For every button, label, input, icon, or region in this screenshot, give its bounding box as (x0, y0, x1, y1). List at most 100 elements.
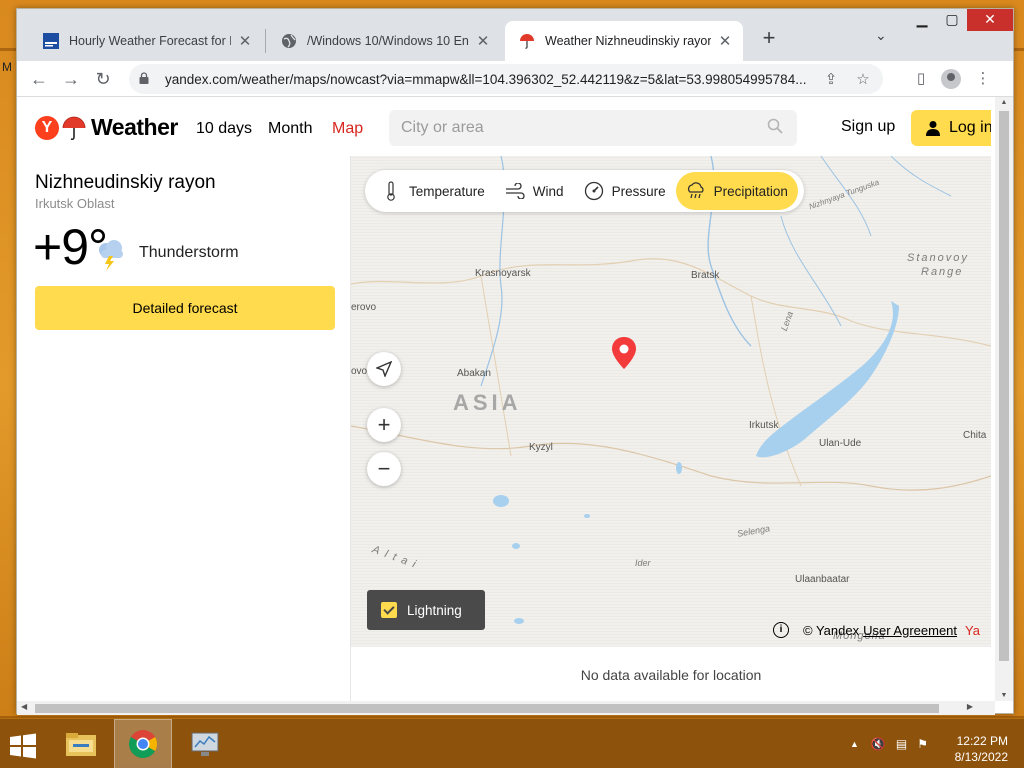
taskbar-file-explorer[interactable] (52, 719, 110, 768)
map-label-abakan: Abakan (457, 368, 491, 379)
side-panel-icon[interactable]: ▯ (907, 65, 935, 93)
network-icon[interactable]: ▤ (896, 737, 907, 751)
layer-temperature[interactable]: Temperature (371, 172, 495, 210)
scroll-right-arrow-icon[interactable]: ▶ (967, 702, 973, 711)
tab-close-icon[interactable]: ✕ (237, 32, 253, 50)
lightning-toggle[interactable]: Lightning (367, 590, 485, 630)
zoom-out-button[interactable]: − (367, 452, 401, 486)
forecast-panel: Nizhneudinskiy rayon Irkutsk Oblast +9° … (19, 156, 351, 702)
map-label-irkutsk: Irkutsk (749, 420, 779, 431)
map-label-range: Range (921, 266, 964, 278)
volume-muted-icon[interactable]: 🔇 (871, 737, 886, 751)
reload-button[interactable]: ↻ (89, 65, 117, 93)
nav-10-days[interactable]: 10 days (196, 120, 252, 138)
system-clock[interactable]: 12:22 PM 8/13/2022 (950, 733, 1008, 765)
nav-map[interactable]: Map (332, 120, 363, 138)
yandex-weather-logo[interactable]: Y Weather (35, 114, 178, 141)
detailed-forecast-button[interactable]: Detailed forecast (35, 286, 335, 330)
map-label-stanovoy: Stanovoy (907, 252, 969, 264)
kebab-menu-icon[interactable]: ⋮ (969, 65, 997, 93)
map-label-ulan-ude: Ulan-Ude (819, 438, 862, 449)
copyright-text: © Yandex (803, 622, 860, 638)
scroll-up-arrow-icon[interactable]: ▲ (995, 99, 1013, 106)
map-label-bratsk: Bratsk (691, 270, 720, 281)
scroll-thumb[interactable] (999, 111, 1009, 661)
window-close-button[interactable]: ✕ (967, 9, 1013, 31)
wind-icon (505, 181, 525, 201)
nav-month[interactable]: Month (268, 120, 312, 138)
precipitation-map[interactable]: Krasnoyarsk Bratsk Abakan ASIA Kyzyl Irk… (351, 156, 991, 646)
tab-close-icon[interactable]: ✕ (475, 32, 491, 50)
city-search-input[interactable] (389, 110, 797, 146)
tray-expand-icon[interactable]: ▲ (850, 739, 859, 749)
thermometer-icon (381, 181, 401, 201)
info-icon[interactable]: i (773, 622, 789, 638)
vertical-scrollbar[interactable]: ▲ ▼ (995, 97, 1013, 701)
map-label-ulaanbaatar: Ulaanbaatar (795, 574, 850, 585)
weather-channel-icon (43, 33, 59, 49)
layer-wind[interactable]: Wind (495, 172, 574, 210)
share-icon[interactable]: ⇪ (819, 70, 843, 88)
lightning-checkbox[interactable] (381, 602, 397, 618)
tab-search-chevron-icon[interactable]: ⌄ (875, 27, 887, 44)
layer-precipitation[interactable]: Precipitation (675, 172, 798, 210)
user-agreement-link[interactable]: User Agreement (863, 623, 957, 638)
tab-title: Weather Nizhneudinskiy rayon — (545, 34, 711, 48)
location-pin-icon[interactable] (611, 336, 637, 370)
minimize-button[interactable]: ▁ (905, 9, 939, 31)
log-in-label: Log in (949, 119, 991, 136)
scroll-down-arrow-icon[interactable]: ▼ (995, 692, 1013, 699)
map-label-ider: Ider (635, 558, 651, 568)
back-button[interactable]: ← (25, 65, 53, 93)
monitor-chart-icon (191, 732, 219, 756)
desktop-side-letter: M (2, 60, 12, 74)
forward-button[interactable]: → (57, 65, 85, 93)
zoom-in-button[interactable]: + (367, 408, 401, 442)
taskbar: ▲ 🔇 ▤ ⚑ 12:22 PM 8/13/2022 (0, 718, 1024, 768)
lightning-label: Lightning (407, 602, 462, 618)
no-data-message: No data available for location (351, 646, 991, 702)
map-label-kemerovo: erovo (351, 302, 377, 313)
taskbar-control-panel[interactable] (176, 719, 234, 768)
new-tab-button[interactable]: + (755, 25, 783, 53)
tab-title: Hourly Weather Forecast for Rye (69, 34, 231, 48)
sign-up-link[interactable]: Sign up (841, 118, 895, 136)
chrome-icon (129, 730, 157, 758)
layer-label: Wind (532, 183, 564, 199)
map-base (351, 156, 991, 646)
map-label-krasnoyarsk: Krasnoyarsk (475, 268, 531, 279)
horizontal-scrollbar[interactable]: ◀ ▶ (17, 701, 995, 715)
globe-icon (281, 33, 297, 49)
navigation-arrow-icon (375, 360, 393, 378)
location-region: Irkutsk Oblast (35, 196, 115, 211)
pressure-gauge-icon (584, 181, 604, 201)
windows-start-icon[interactable] (8, 733, 38, 759)
yandex-logo-icon: Y (35, 115, 59, 140)
umbrella-icon (62, 116, 86, 140)
scroll-left-arrow-icon[interactable]: ◀ (21, 702, 27, 711)
geolocation-button[interactable] (367, 352, 401, 386)
map-attribution: i © Yandex User Agreement Ya (773, 622, 980, 638)
tab-weather-channel[interactable]: Hourly Weather Forecast for Rye ✕ (29, 21, 263, 61)
profile-avatar[interactable] (937, 65, 965, 93)
layer-pressure[interactable]: Pressure (574, 172, 676, 210)
maximize-button[interactable]: ▢ (935, 9, 969, 31)
action-center-icon[interactable]: ⚑ (917, 737, 928, 751)
condition-text: Thunderstorm (139, 244, 239, 261)
user-icon (926, 121, 940, 136)
map-label-kyzyl: Kyzyl (529, 442, 553, 453)
log-in-button[interactable]: Log in (911, 110, 991, 146)
browser-toolbar: ← → ↻ yandex.com/weather/maps/nowcast?vi… (17, 61, 1013, 97)
location-name: Nizhneudinskiy rayon (35, 172, 216, 193)
browser-window: Hourly Weather Forecast for Rye ✕ /Windo… (16, 8, 1014, 715)
tab-close-icon[interactable]: ✕ (717, 32, 733, 50)
address-bar[interactable]: yandex.com/weather/maps/nowcast?via=mmap… (129, 64, 883, 94)
tab-yandex-weather[interactable]: Weather Nizhneudinskiy rayon — ✕ (505, 21, 743, 61)
tab-windows-10[interactable]: /Windows 10/Windows 10 Enterp ✕ (267, 21, 501, 61)
tab-title: /Windows 10/Windows 10 Enterp (307, 34, 469, 48)
clock-time: 12:22 PM (956, 734, 1008, 748)
bookmark-star-icon[interactable]: ☆ (851, 70, 875, 88)
taskbar-chrome[interactable] (114, 719, 172, 768)
hscroll-thumb[interactable] (35, 704, 939, 713)
web-page: Y Weather 10 days Month Map Sign up Log … (19, 98, 991, 702)
